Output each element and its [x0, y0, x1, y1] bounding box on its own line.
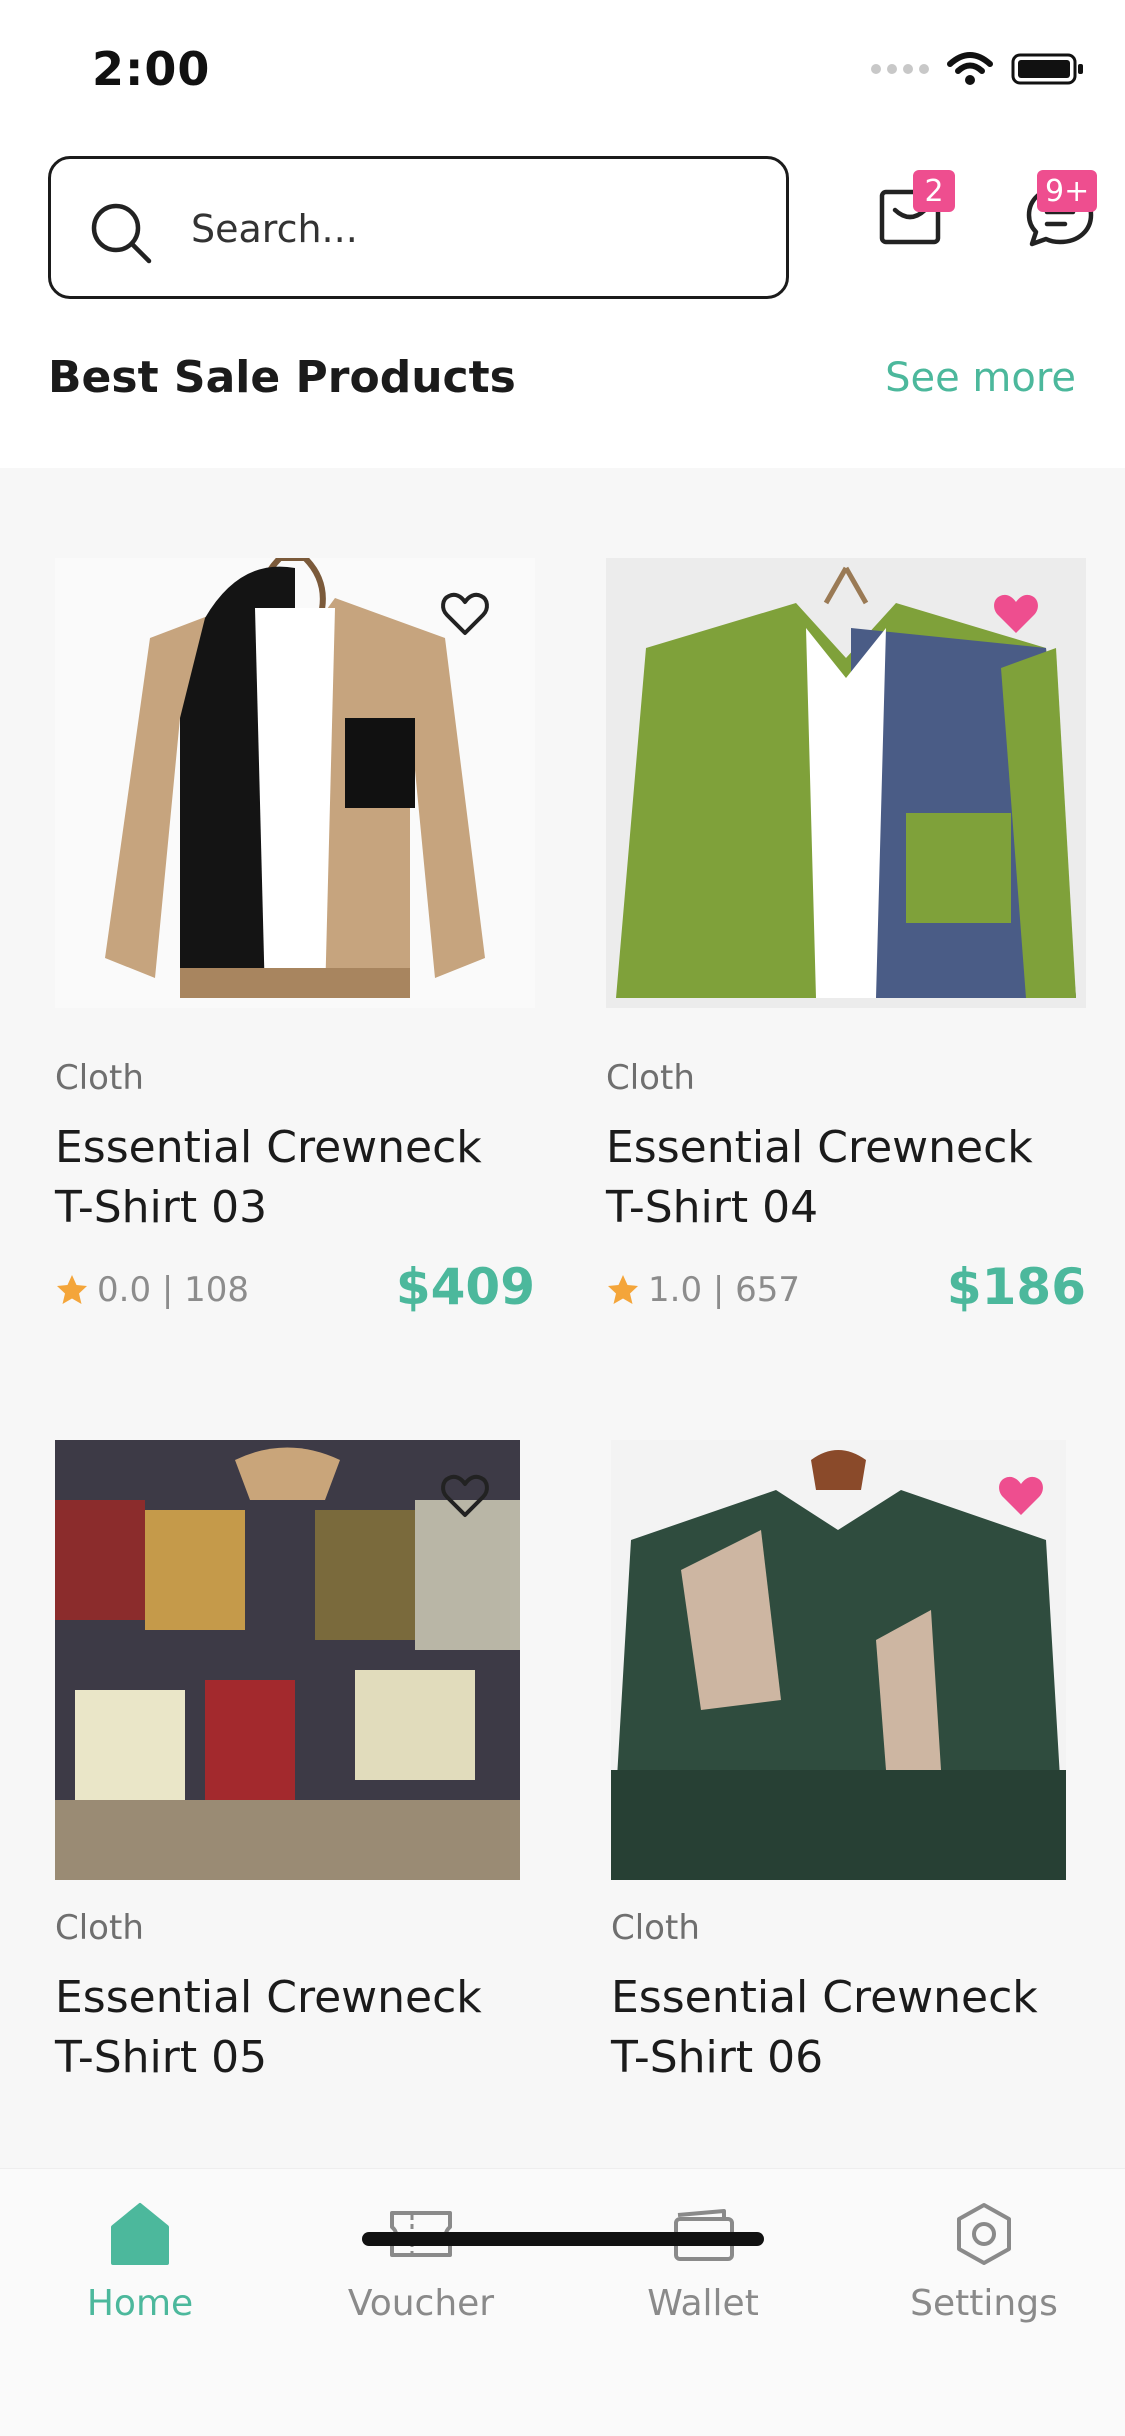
nav-item-home[interactable]: Home	[30, 2199, 250, 2324]
chat-badge: 9+	[1037, 170, 1098, 212]
product-rating: 0.0 | 108	[55, 1270, 249, 1310]
nav-label: Home	[86, 2283, 194, 2324]
product-category: Cloth	[606, 1058, 695, 1098]
heart-filled-icon[interactable]	[993, 1468, 1049, 1524]
home-indicator	[362, 2232, 764, 2246]
cart-button[interactable]: 2	[865, 170, 955, 260]
product-card[interactable]: Cloth Essential Crewneck T-Shirt 05	[55, 1440, 535, 2168]
star-icon	[608, 1275, 638, 1304]
product-card[interactable]: Cloth Essential Crewneck T-Shirt 04 1.0 …	[606, 558, 1086, 1338]
search-icon	[91, 203, 152, 264]
section-header: Best Sale Products See more	[48, 352, 1076, 403]
product-image	[55, 1440, 520, 1880]
status-icons	[871, 52, 1085, 86]
product-name: Essential Crewneck T-Shirt 06	[611, 1972, 1038, 2083]
product-category: Cloth	[55, 1058, 144, 1098]
status-bar: 2:00	[0, 0, 1125, 140]
bottom-navigation: Home Voucher Wallet Settings	[0, 2168, 1125, 2436]
status-time: 2:00	[92, 42, 211, 96]
product-name: Essential Crewneck T-Shirt 05	[55, 1972, 482, 2083]
product-category: Cloth	[55, 1908, 144, 1948]
search-input[interactable]	[191, 199, 751, 259]
nav-item-wallet[interactable]: Wallet	[593, 2199, 813, 2324]
heart-filled-icon[interactable]	[988, 586, 1044, 642]
chat-button[interactable]: 9+	[1015, 170, 1105, 260]
rating-text: 1.0 | 657	[648, 1270, 801, 1310]
signal-icon	[871, 64, 929, 74]
nav-label: Settings	[910, 2283, 1058, 2324]
product-image	[55, 558, 535, 1008]
product-grid: Cloth Essential Crewneck T-Shirt 03 0.0 …	[0, 468, 1125, 2168]
star-icon	[57, 1275, 87, 1304]
product-image	[606, 558, 1086, 1008]
search-box[interactable]	[48, 156, 789, 299]
product-name: Essential Crewneck T-Shirt 03	[55, 1122, 482, 1233]
product-image	[611, 1440, 1066, 1880]
section-title: Best Sale Products	[48, 352, 516, 403]
product-card[interactable]: Cloth Essential Crewneck T-Shirt 06	[611, 1440, 1091, 2168]
product-price: $186	[946, 1258, 1086, 1316]
home-icon	[111, 2203, 169, 2265]
heart-outline-icon[interactable]	[437, 586, 493, 642]
battery-icon	[1011, 53, 1083, 85]
cart-badge: 2	[913, 170, 955, 212]
product-name: Essential Crewneck T-Shirt 04	[606, 1122, 1033, 1233]
product-rating: 1.0 | 657	[606, 1270, 800, 1310]
nav-item-settings[interactable]: Settings	[874, 2199, 1094, 2324]
rating-text: 0.0 | 108	[97, 1270, 250, 1310]
heart-outline-icon[interactable]	[437, 1468, 493, 1524]
wifi-icon	[947, 52, 993, 85]
nav-label: Voucher	[347, 2283, 495, 2324]
see-more-link[interactable]: See more	[885, 355, 1076, 401]
nav-label: Wallet	[647, 2283, 759, 2324]
product-category: Cloth	[611, 1908, 700, 1948]
product-price: $409	[395, 1258, 535, 1316]
product-card[interactable]: Cloth Essential Crewneck T-Shirt 03 0.0 …	[55, 558, 535, 1338]
gear-icon	[957, 2203, 1011, 2265]
nav-item-voucher[interactable]: Voucher	[311, 2199, 531, 2324]
